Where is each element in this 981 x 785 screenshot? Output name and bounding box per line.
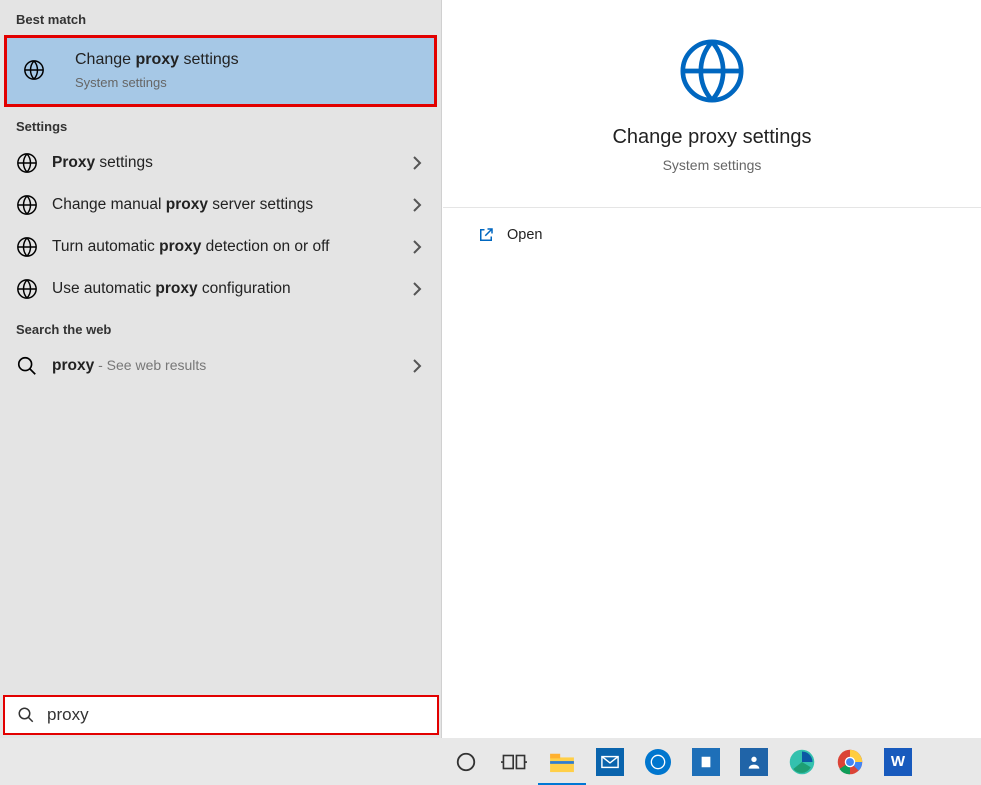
section-header-settings: Settings [0,107,441,142]
globe-icon [16,194,52,216]
search-icon [16,355,52,377]
preview-title: Change proxy settings [443,126,981,149]
word-app-icon[interactable]: W [874,738,922,785]
web-result-proxy[interactable]: proxy - See web results [0,345,441,387]
search-icon [5,706,47,724]
blue-app-icon[interactable] [682,738,730,785]
globe-icon [16,152,52,174]
chevron-right-icon [405,198,429,212]
settings-result-use-automatic-proxy[interactable]: Use automatic proxy configuration [0,268,441,310]
mail-app-icon[interactable] [586,738,634,785]
open-label: Open [507,227,542,243]
globe-icon [16,278,52,300]
search-box[interactable] [3,695,439,735]
search-input[interactable] [47,705,437,725]
preview-panel: Change proxy settings System settings Op… [443,0,981,738]
globe-icon [23,59,75,81]
settings-result-turn-automatic-proxy[interactable]: Turn automatic proxy detection on or off [0,226,441,268]
preview-subtitle: System settings [443,157,981,173]
chrome-browser-icon[interactable] [826,738,874,785]
section-header-search-web: Search the web [0,310,441,345]
task-view-icon[interactable] [490,738,538,785]
contacts-app-icon[interactable] [730,738,778,785]
chevron-right-icon [405,240,429,254]
chevron-right-icon [405,156,429,170]
file-explorer-icon[interactable] [538,738,586,785]
taskbar: W [0,738,981,785]
result-title: Proxy settings [52,153,397,173]
result-title: Turn automatic proxy detection on or off [52,237,397,257]
search-box-container [0,692,442,738]
settings-result-change-manual-proxy[interactable]: Change manual proxy server settings [0,184,441,226]
best-match-title: Change proxy settings [75,50,414,71]
open-action[interactable]: Open [443,208,981,262]
globe-icon [443,36,981,106]
settings-result-proxy-settings[interactable]: Proxy settings [0,142,441,184]
globe-icon [16,236,52,258]
edge-browser-icon[interactable] [778,738,826,785]
best-match-subtitle: System settings [75,75,414,90]
chevron-right-icon [405,359,429,373]
cortana-icon[interactable] [442,738,490,785]
result-title: Change manual proxy server settings [52,195,397,215]
section-header-best-match: Best match [0,0,441,35]
open-icon [477,226,507,244]
search-results-panel: Best match Change proxy settings System … [0,0,442,738]
best-match-result[interactable]: Change proxy settings System settings [4,35,437,107]
result-title: Use automatic proxy configuration [52,279,397,299]
result-title: proxy - See web results [52,356,397,376]
dell-app-icon[interactable] [634,738,682,785]
chevron-right-icon [405,282,429,296]
